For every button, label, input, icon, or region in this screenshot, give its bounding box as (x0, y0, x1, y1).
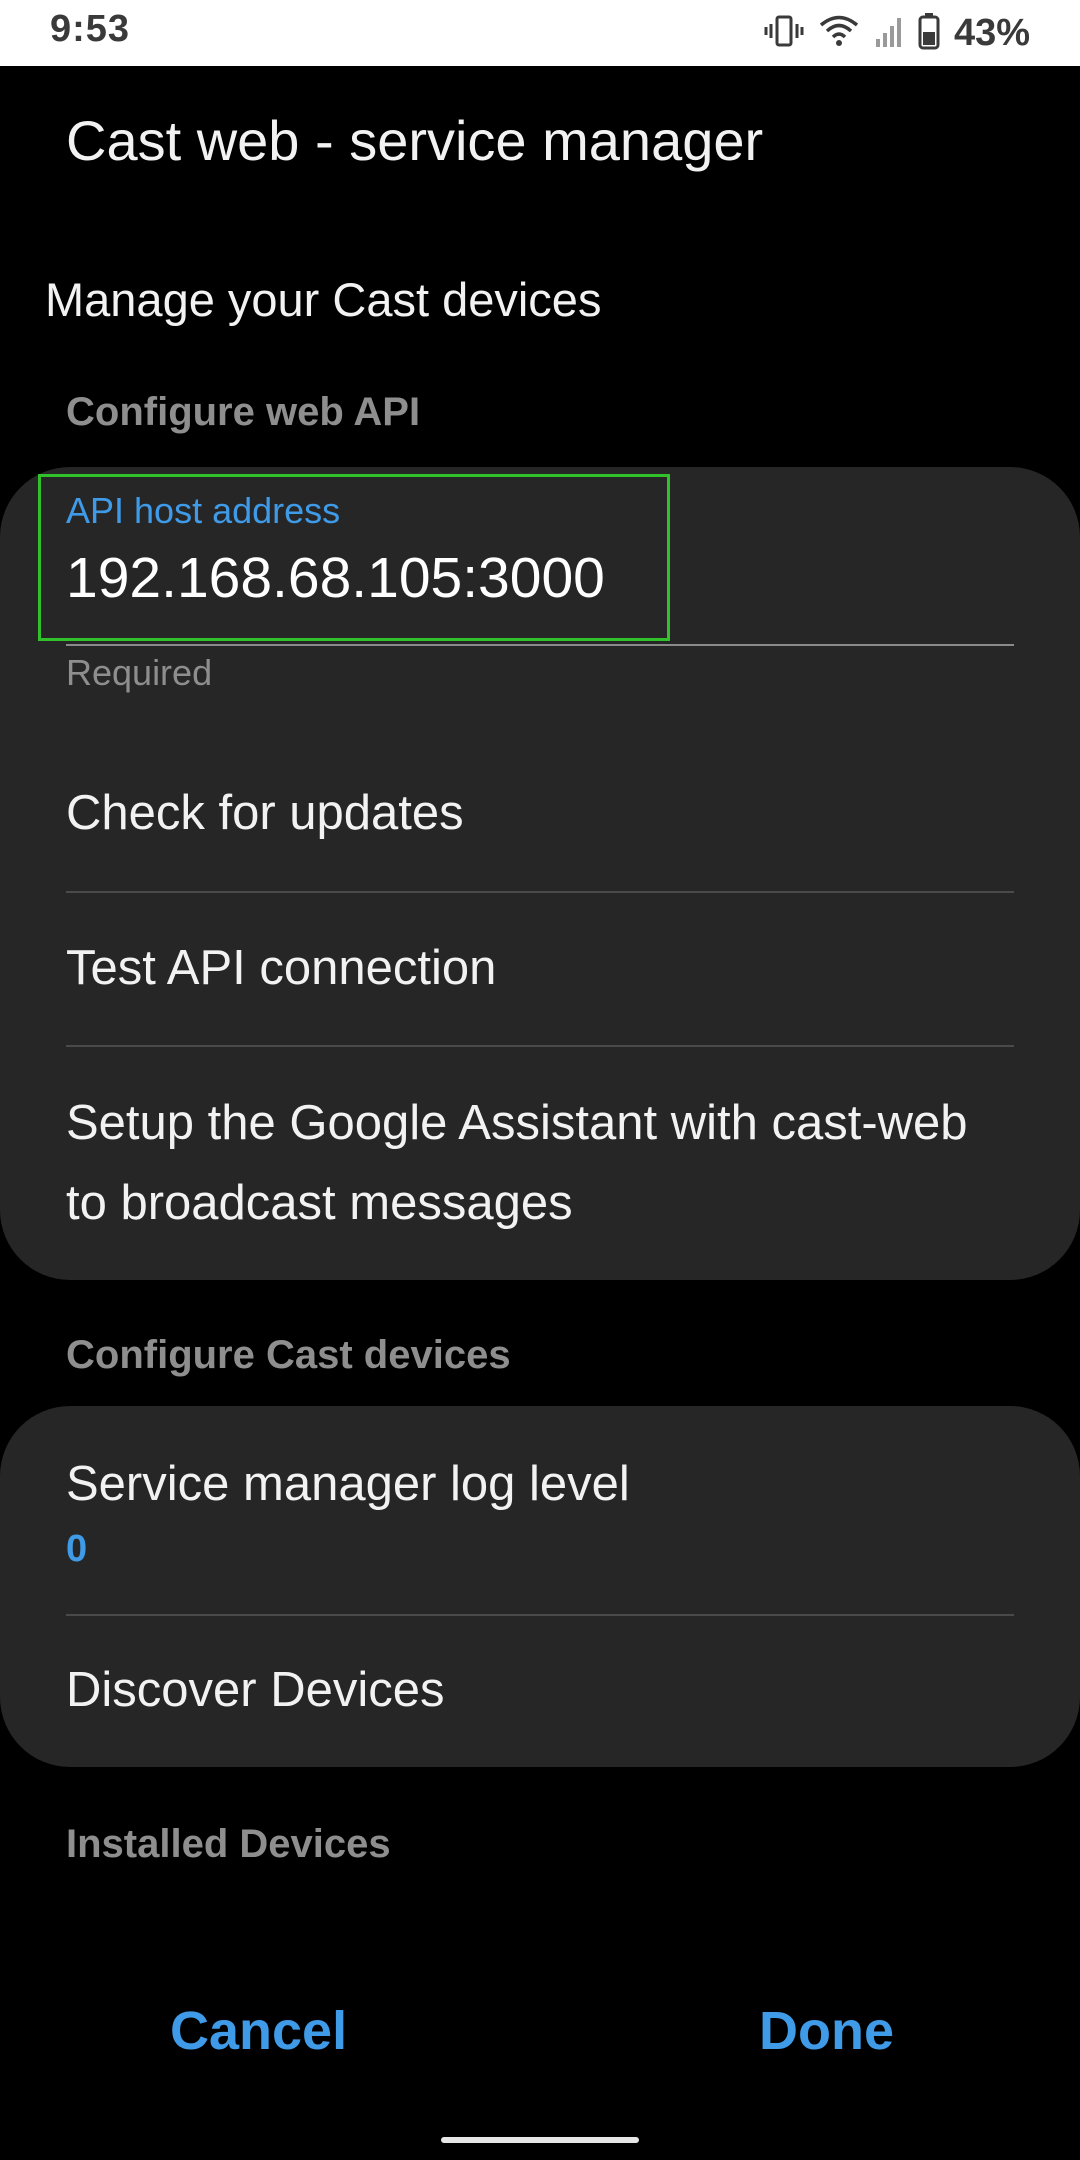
wifi-icon (818, 13, 860, 54)
battery-icon (918, 12, 940, 55)
setup-google-assistant-item[interactable]: Setup the Google Assistant with cast-web… (66, 1083, 1014, 1243)
test-api-connection-item[interactable]: Test API connection (66, 928, 1014, 1008)
status-time: 9:53 (50, 8, 131, 50)
section-header-installed-devices: Installed Devices (66, 1822, 391, 1866)
signal-icon (874, 13, 904, 54)
cancel-button[interactable]: Cancel (170, 2000, 347, 2062)
service-manager-log-level-item[interactable]: Service manager log level (66, 1444, 1014, 1524)
api-host-input[interactable]: 192.168.68.105:3000 (66, 545, 605, 611)
app-title: Cast web - service manager (66, 109, 764, 172)
section-header-web-api: Configure web API (66, 390, 421, 434)
check-for-updates-item[interactable]: Check for updates (66, 773, 1014, 853)
divider (66, 1045, 1014, 1047)
api-host-underline (66, 644, 1014, 646)
api-host-helper-text: Required (66, 652, 213, 693)
section-header-cast-devices: Configure Cast devices (66, 1333, 511, 1377)
done-button[interactable]: Done (759, 2000, 894, 2062)
page-heading: Manage your Cast devices (45, 273, 602, 326)
divider (66, 1614, 1014, 1616)
status-icons: 43% (764, 10, 1030, 56)
divider (66, 891, 1014, 893)
home-indicator[interactable] (441, 2137, 639, 2143)
discover-devices-item[interactable]: Discover Devices (66, 1650, 1014, 1730)
status-bar: 9:53 43% (0, 0, 1080, 66)
battery-percentage: 43% (953, 11, 1030, 54)
log-level-value: 0 (66, 1528, 88, 1570)
vibrate-icon (764, 13, 804, 54)
api-host-field-label: API host address (66, 490, 341, 531)
